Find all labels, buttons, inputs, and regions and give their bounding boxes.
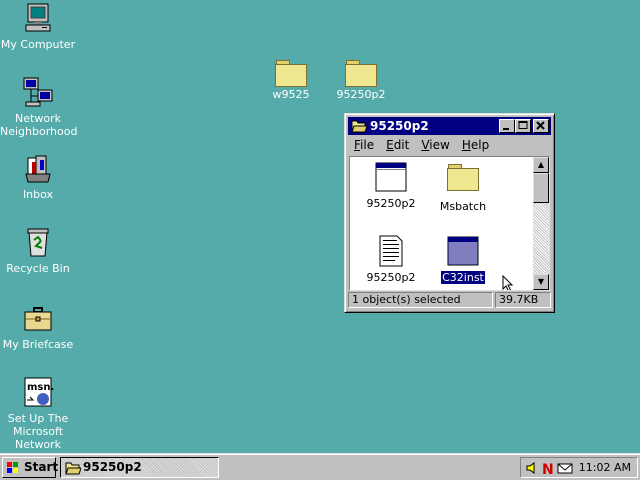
vertical-scrollbar[interactable]: ▲ ▼ [533, 157, 549, 290]
file-label: Msbatch [439, 200, 487, 213]
inbox-tray-icon [22, 152, 54, 184]
window-title: 95250p2 [370, 119, 429, 133]
svg-text:N: N [542, 462, 554, 475]
msn-icon: msn. [22, 376, 54, 408]
close-button[interactable] [533, 119, 549, 133]
msn-setup-label: Set Up The Microsoft Network [7, 412, 69, 451]
recycle-bin-icon[interactable]: Recycle Bin [0, 226, 76, 275]
windows-logo-icon [7, 462, 18, 473]
mail-icon[interactable] [557, 461, 573, 475]
folder-icon [345, 60, 377, 87]
trash-can-icon [22, 226, 54, 258]
msn-setup-icon[interactable]: msn. Set Up The Microsoft Network [0, 376, 76, 451]
my-computer-label: My Computer [0, 38, 76, 51]
file-label: 95250p2 [366, 197, 416, 210]
system-tray: N 11:02 AM [520, 457, 638, 478]
folder-icon [275, 60, 307, 87]
inbox-label: Inbox [22, 188, 54, 201]
menu-view[interactable]: View [415, 137, 455, 152]
taskbar: Start 95250p2 N 11:02 AM [0, 453, 640, 480]
scroll-up-button[interactable]: ▲ [533, 157, 549, 173]
inbox-icon[interactable]: Inbox [0, 152, 76, 201]
taskbar-button-95250p2[interactable]: 95250p2 [60, 457, 219, 478]
briefcase-icon [22, 302, 54, 334]
start-button[interactable]: Start [2, 457, 59, 478]
menu-bar: File Edit View Help [348, 137, 551, 155]
minimize-button[interactable] [499, 119, 515, 133]
start-label: Start [24, 460, 59, 474]
netscape-icon[interactable]: N [541, 461, 555, 475]
computer-icon [22, 2, 54, 34]
file-label: 95250p2 [366, 271, 416, 284]
status-selection: 1 object(s) selected [348, 292, 493, 308]
folder-icon [447, 164, 479, 196]
scroll-down-button[interactable]: ▼ [533, 274, 549, 290]
my-briefcase-label: My Briefcase [2, 338, 74, 351]
open-folder-icon [65, 462, 81, 475]
status-bar: 1 object(s) selected 39.7KB [348, 292, 551, 309]
my-briefcase-icon[interactable]: My Briefcase [0, 302, 76, 351]
file-item-95250p2-txt[interactable]: 95250p2 [354, 235, 428, 284]
clock[interactable]: 11:02 AM [579, 461, 631, 474]
taskbar-button-label: 95250p2 [83, 460, 142, 474]
recycle-bin-label: Recycle Bin [6, 262, 70, 275]
maximize-button[interactable] [515, 119, 531, 133]
network-neighborhood-label: Network Neighborhood [0, 112, 78, 138]
svg-text:msn.: msn. [27, 382, 54, 393]
file-item-95250p2-exe[interactable]: 95250p2 [354, 161, 428, 210]
status-size: 39.7KB [495, 292, 551, 308]
scroll-thumb[interactable] [533, 173, 549, 203]
folder-95250p2[interactable]: 95250p2 [323, 56, 399, 101]
folder-95250p2-label: 95250p2 [336, 88, 386, 101]
volume-icon[interactable] [525, 461, 539, 475]
file-list[interactable]: 95250p2 Msbatch 95250p2 C32inst ▲ ▼ [349, 156, 550, 291]
menu-edit[interactable]: Edit [380, 137, 415, 152]
program-icon [447, 235, 479, 267]
open-folder-icon [351, 119, 368, 133]
program-icon [375, 161, 407, 193]
network-icon [22, 76, 54, 108]
folder-w9525[interactable]: w9525 [253, 56, 329, 101]
menu-file[interactable]: File [348, 137, 380, 152]
title-bar[interactable]: 95250p2 [348, 117, 551, 135]
menu-help[interactable]: Help [456, 137, 495, 152]
file-item-c32inst[interactable]: C32inst [426, 235, 500, 285]
folder-window[interactable]: 95250p2 File Edit View Help 95250p2 Msba… [344, 113, 555, 313]
network-neighborhood-icon[interactable]: Network Neighborhood [0, 76, 78, 138]
file-label: C32inst [440, 270, 486, 285]
mouse-cursor-icon [502, 275, 514, 290]
text-document-icon [375, 235, 407, 267]
folder-w9525-label: w9525 [272, 88, 310, 101]
file-item-msbatch[interactable]: Msbatch [426, 161, 500, 213]
my-computer-icon[interactable]: My Computer [0, 2, 76, 51]
